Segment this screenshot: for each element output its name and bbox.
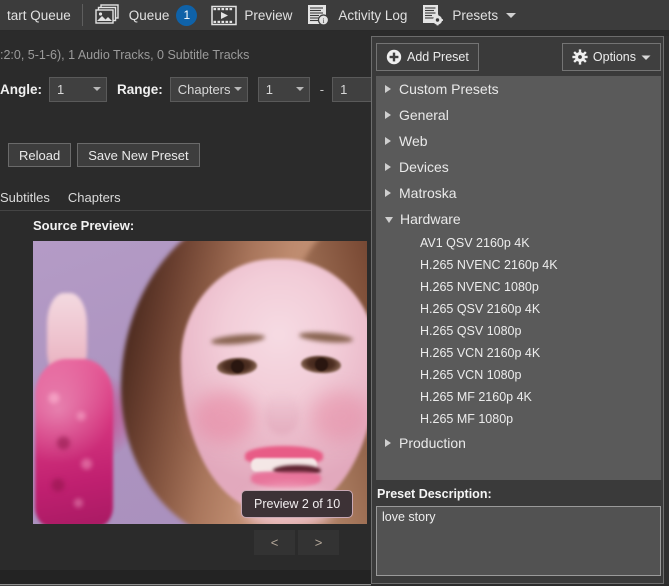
preset-item[interactable]: H.265 NVENC 1080p: [376, 276, 661, 298]
preview-pupil-left: [231, 360, 244, 373]
preset-item[interactable]: AV1 QSV 2160p 4K: [376, 232, 661, 254]
range-start-select[interactable]: 1: [257, 76, 310, 102]
document-info-icon: i: [306, 4, 331, 26]
preview-nose: [265, 391, 299, 435]
start-queue-label: tart Queue: [7, 7, 71, 23]
preview-prev-button[interactable]: <: [254, 530, 295, 555]
chevron-right-icon[interactable]: [385, 137, 391, 145]
tab-divider: [0, 210, 371, 211]
document-gear-icon: [421, 4, 445, 26]
source-pane: :2:0, 5-1-6), 1 Audio Tracks, 0 Subtitle…: [0, 31, 385, 586]
preview-nav-buttons: < >: [254, 530, 339, 555]
preset-item[interactable]: H.265 VCN 1080p: [376, 364, 661, 386]
range-end-value: 1: [340, 81, 348, 97]
preview-cheek-left: [193, 391, 255, 443]
queue-label: Queue: [128, 7, 170, 23]
presets-label: Presets: [452, 7, 499, 23]
range-start-value: 1: [265, 81, 273, 97]
preset-group-label: Web: [399, 133, 428, 149]
tab-chapters[interactable]: Chapters: [68, 190, 121, 205]
film-play-icon: [211, 5, 238, 26]
chevron-right-icon[interactable]: [385, 111, 391, 119]
preset-group-label: Custom Presets: [399, 81, 499, 97]
bottom-strip: [0, 570, 371, 584]
save-new-preset-button[interactable]: Save New Preset: [77, 143, 200, 167]
preset-group-production[interactable]: Production: [376, 430, 661, 456]
preview-next-button[interactable]: >: [298, 530, 339, 555]
preview-sleeve-texture: [39, 371, 107, 521]
track-tabs: Subtitles Chapters: [0, 186, 121, 209]
image-stack-icon: [94, 4, 122, 26]
preview-pupil-right: [315, 358, 328, 371]
action-button-row: Reload Save New Preset: [8, 143, 200, 167]
angle-label: Angle:: [0, 81, 42, 97]
preset-item[interactable]: H.265 NVENC 2160p 4K: [376, 254, 661, 276]
tab-subtitles[interactable]: Subtitles: [0, 190, 50, 205]
options-button[interactable]: Options: [561, 43, 661, 71]
preset-group-custom-presets[interactable]: Custom Presets: [376, 76, 661, 102]
preset-item[interactable]: H.265 VCN 2160p 4K: [376, 342, 661, 364]
queue-button[interactable]: Queue 1: [87, 0, 205, 31]
chevron-down-icon: [505, 11, 517, 19]
chevron-right-icon[interactable]: [385, 439, 391, 447]
range-type-value: Chapters: [177, 81, 231, 97]
panel-right-edge: [664, 36, 669, 584]
application-window: tart Queue Queue 1 Preview i Activity Lo…: [0, 0, 669, 586]
angle-select[interactable]: 1: [49, 76, 107, 102]
add-preset-button[interactable]: Add Preset: [376, 43, 479, 71]
preset-group-label: Matroska: [399, 185, 457, 201]
chevron-right-icon[interactable]: [385, 189, 391, 197]
preview-counter-overlay: Preview 2 of 10: [241, 490, 354, 518]
range-label: Range:: [117, 81, 163, 97]
preset-group-devices[interactable]: Devices: [376, 154, 661, 180]
source-preview-image[interactable]: [33, 241, 367, 524]
angle-range-row: Angle: 1 Range: Chapters 1 - 1: [0, 74, 385, 104]
toolbar-divider: [81, 4, 83, 26]
chevron-right-icon[interactable]: [385, 163, 391, 171]
range-type-select[interactable]: Chapters: [169, 76, 248, 102]
range-separator: -: [319, 81, 325, 97]
preset-group-label: Production: [399, 435, 466, 451]
preset-group-label: Devices: [399, 159, 449, 175]
chevron-down-icon: [295, 87, 304, 91]
preset-item[interactable]: H.265 QSV 1080p: [376, 320, 661, 342]
chevron-down-icon: [641, 54, 651, 61]
options-label: Options: [592, 50, 636, 64]
preset-description-input[interactable]: love story: [376, 506, 661, 576]
activity-log-button[interactable]: i Activity Log: [299, 0, 414, 31]
chevron-right-icon[interactable]: [385, 85, 391, 93]
chevron-down-icon[interactable]: [385, 217, 393, 223]
main-toolbar: tart Queue Queue 1 Preview i Activity Lo…: [0, 0, 669, 31]
queue-count-badge: 1: [176, 4, 198, 26]
source-preview-label: Source Preview:: [33, 218, 135, 233]
start-queue-button[interactable]: tart Queue: [0, 0, 78, 31]
presets-panel: Add Preset Options Custom Presets Genera…: [371, 36, 664, 584]
presets-button[interactable]: Presets: [414, 0, 524, 31]
preset-item[interactable]: H.265 QSV 2160p 4K: [376, 298, 661, 320]
preset-group-general[interactable]: General: [376, 102, 661, 128]
reload-button[interactable]: Reload: [8, 143, 72, 167]
source-info-text: :2:0, 5-1-6), 1 Audio Tracks, 0 Subtitle…: [0, 48, 250, 62]
preset-tree[interactable]: Custom Presets General Web Devices Matroska H…: [376, 76, 661, 480]
preset-item[interactable]: H.265 MF 2160p 4K: [376, 386, 661, 408]
preset-group-label: Hardware: [400, 211, 461, 227]
preview-label: Preview: [244, 7, 293, 23]
chevron-down-icon: [233, 87, 242, 91]
preset-group-matroska[interactable]: Matroska: [376, 180, 661, 206]
preset-group-web[interactable]: Web: [376, 128, 661, 154]
preset-group-label: General: [399, 107, 449, 123]
preview-button[interactable]: Preview: [204, 0, 299, 31]
add-preset-label: Add Preset: [407, 50, 469, 64]
angle-value: 1: [57, 81, 65, 97]
preset-group-hardware[interactable]: Hardware: [376, 206, 661, 232]
activity-log-label: Activity Log: [338, 7, 408, 23]
preset-description-label: Preset Description:: [377, 487, 492, 501]
preview-cheek-right: [311, 391, 367, 441]
svg-text:i: i: [323, 16, 325, 25]
gear-icon: [572, 49, 588, 65]
chevron-down-icon: [93, 87, 101, 91]
preset-item[interactable]: H.265 MF 1080p: [376, 408, 661, 430]
presets-toolbar: Add Preset Options: [376, 42, 661, 72]
plus-circle-icon: [386, 49, 402, 65]
